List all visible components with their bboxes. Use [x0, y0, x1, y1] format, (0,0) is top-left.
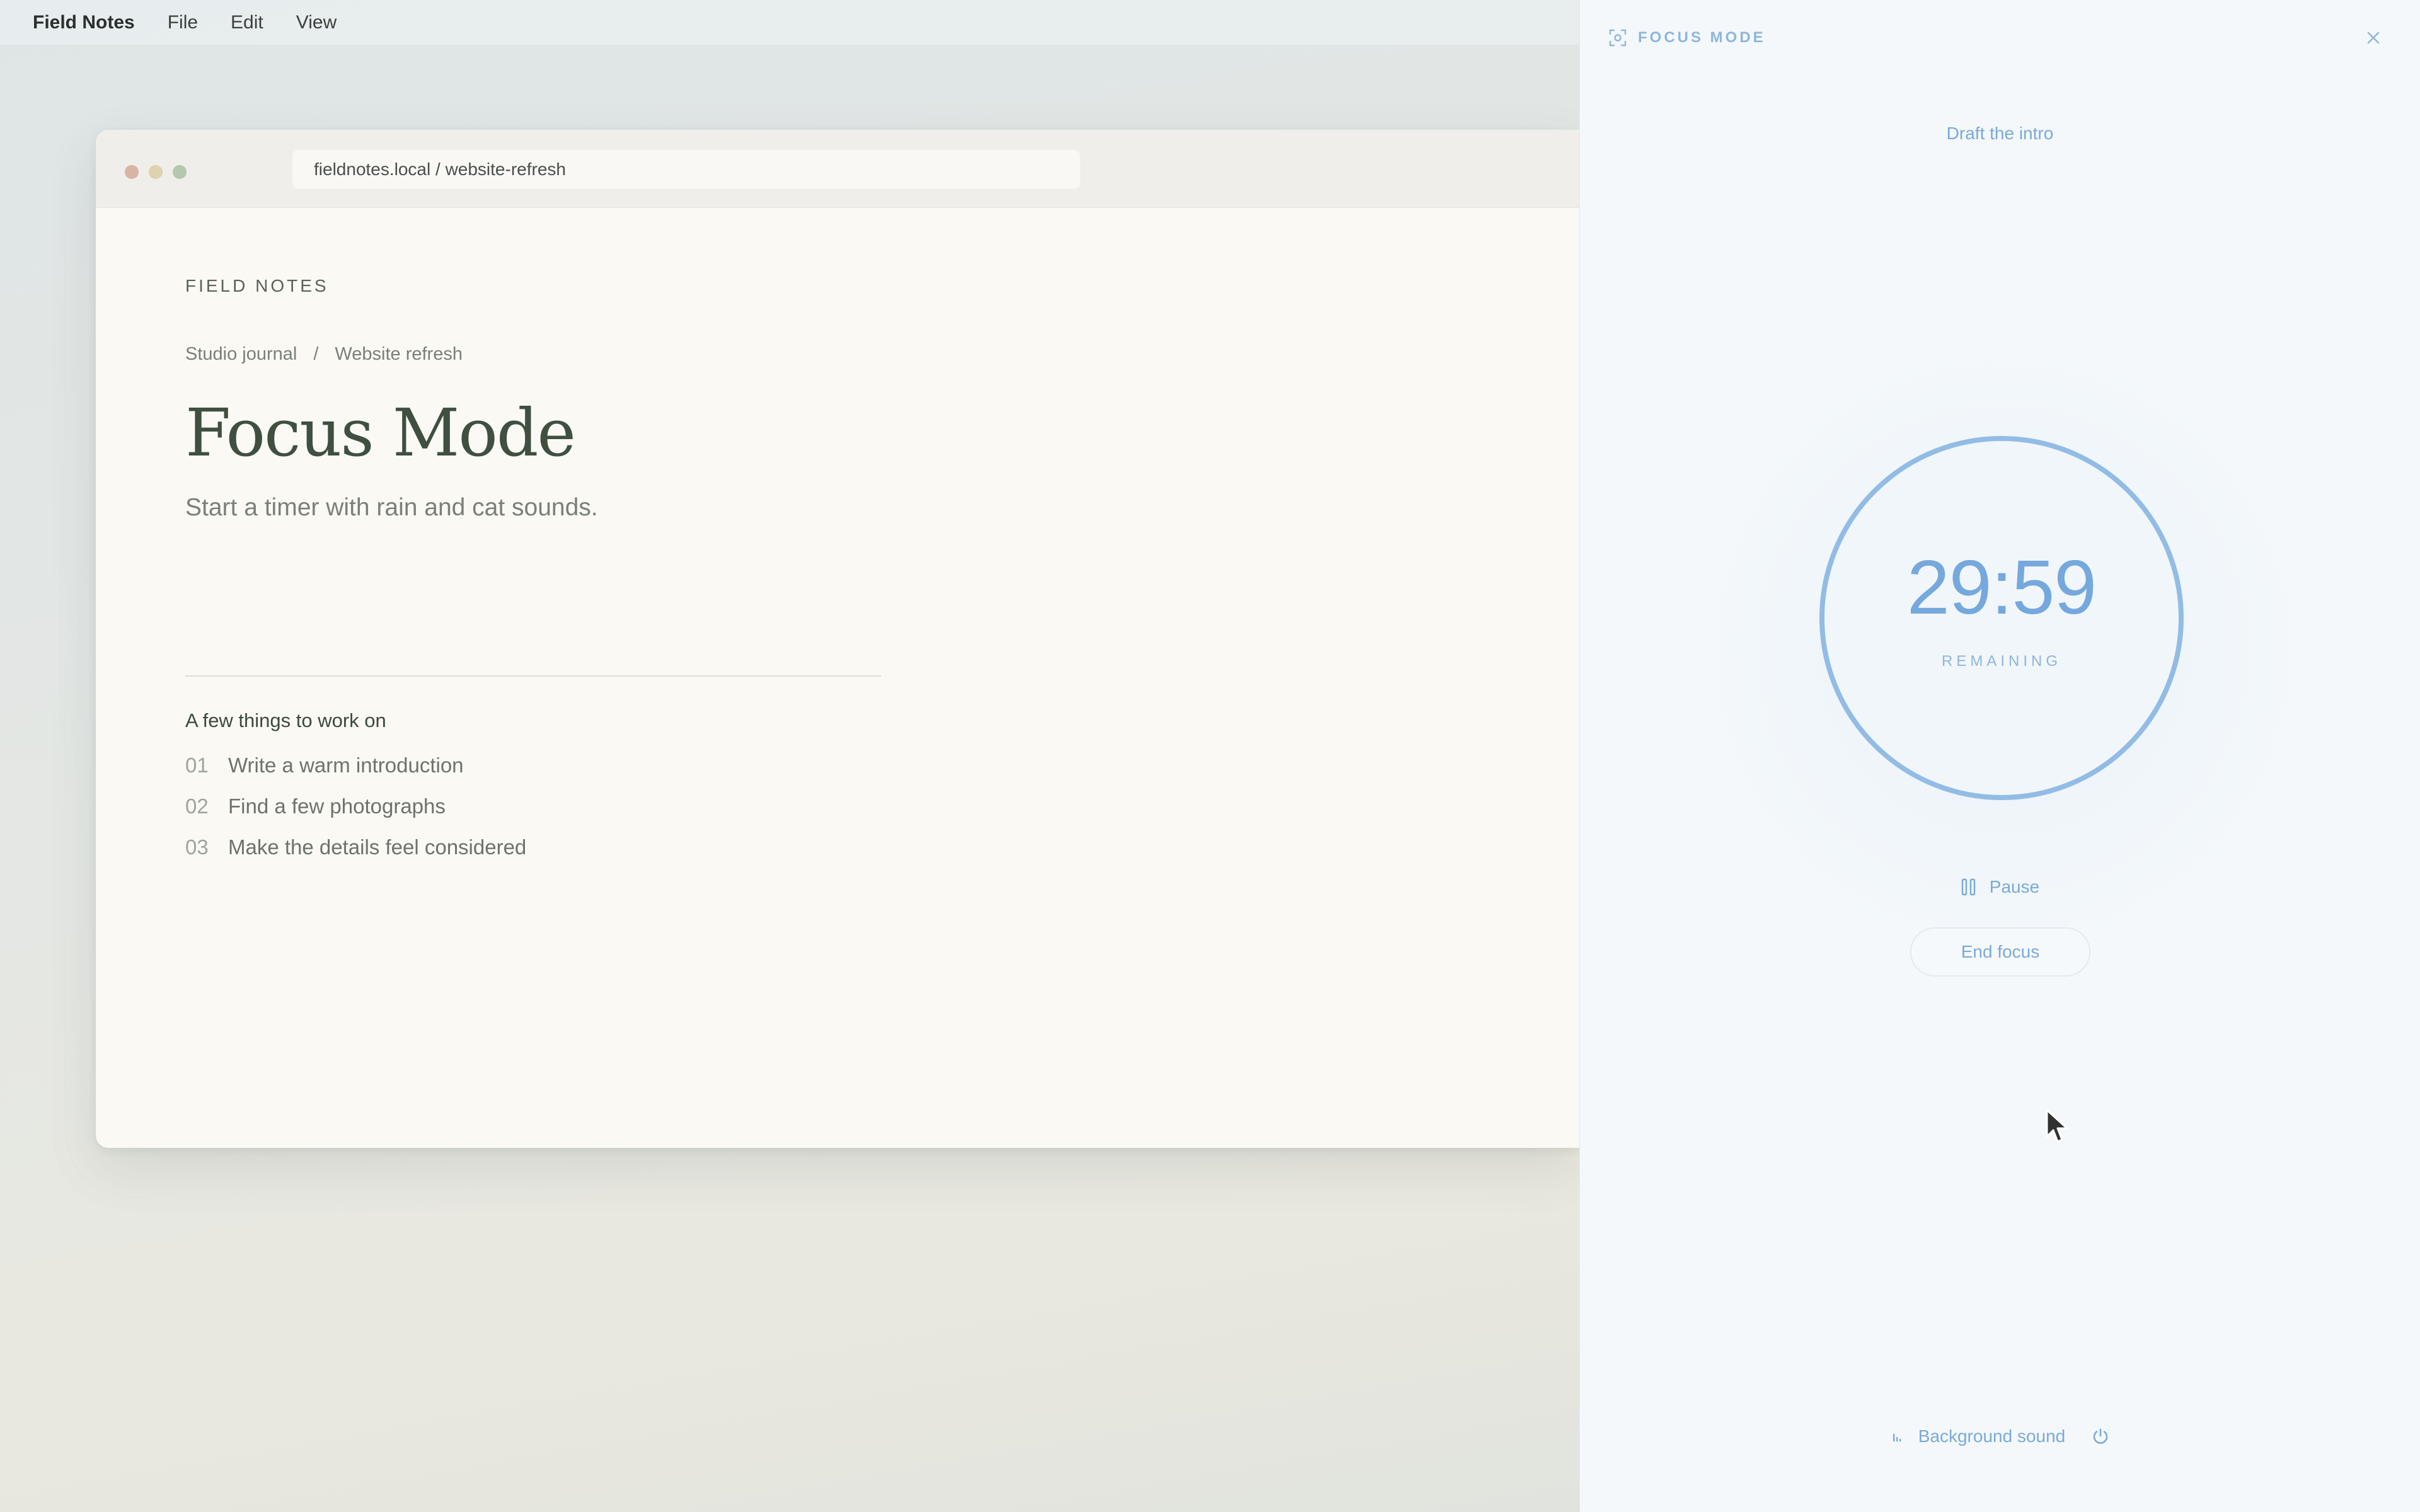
task-text: Write a warm introduction [228, 753, 464, 777]
focus-panel-header: FOCUS MODE [1608, 28, 1766, 48]
task-number: 03 [185, 835, 209, 859]
task-list-heading: A few things to work on [185, 709, 386, 731]
task-list: 01 Write a warm introduction 02 Find a f… [185, 753, 526, 876]
breadcrumb-item-website-refresh[interactable]: Website refresh [335, 344, 463, 365]
pause-icon [1961, 878, 1975, 896]
mouse-cursor-icon [2046, 1109, 2068, 1143]
focus-task-name: Draft the intro [1946, 123, 2054, 143]
power-icon[interactable] [2090, 1426, 2111, 1446]
browser-window: fieldnotes.local / website-refresh FIELD… [96, 130, 1579, 1148]
address-bar-text: fieldnotes.local / website-refresh [314, 159, 566, 179]
menu-edit[interactable]: Edit [231, 12, 263, 33]
page-subtitle: Start a timer with rain and cat sounds. [185, 494, 598, 521]
task-number: 02 [185, 794, 209, 818]
background-sound-control: Background sound [1580, 1426, 2420, 1446]
timer-ring: 29:59 REMAINING [1819, 436, 2184, 800]
close-icon[interactable] [2363, 28, 2383, 48]
pause-button[interactable]: Pause [1580, 877, 2420, 897]
divider [185, 675, 881, 677]
maximize-window-button[interactable] [173, 165, 187, 179]
menu-view[interactable]: View [296, 12, 337, 33]
site-brand[interactable]: FIELD NOTES [185, 276, 329, 296]
focus-icon [1609, 29, 1627, 47]
breadcrumb: Studio journal / Website refresh [185, 344, 463, 365]
sound-bars-icon [1893, 1434, 1901, 1441]
task-item: 03 Make the details feel considered [185, 835, 526, 876]
end-focus-button[interactable]: End focus [1910, 927, 2090, 976]
address-bar[interactable]: fieldnotes.local / website-refresh [292, 150, 1080, 189]
focus-panel-title: FOCUS MODE [1638, 29, 1766, 46]
breadcrumb-item-studio-journal[interactable]: Studio journal [185, 344, 297, 365]
focus-panel: FOCUS MODE Draft the intro 29:59 REMAINI… [1579, 0, 2420, 1512]
minimize-window-button[interactable] [149, 165, 163, 179]
task-text: Find a few photographs [228, 794, 446, 818]
task-text: Make the details feel considered [228, 835, 527, 859]
window-controls [125, 165, 187, 179]
background-sound-label[interactable]: Background sound [1918, 1426, 2066, 1446]
task-item: 02 Find a few photographs [185, 794, 526, 835]
menu-file[interactable]: File [168, 12, 198, 33]
end-focus-label: End focus [1961, 942, 2040, 961]
pause-label: Pause [1989, 877, 2040, 896]
menu-bar: Field Notes File Edit View [0, 0, 1579, 45]
task-item: 01 Write a warm introduction [185, 753, 526, 794]
app-name[interactable]: Field Notes [33, 12, 135, 33]
timer-time: 29:59 [1906, 544, 2097, 630]
page-title: Focus Mode [185, 394, 576, 471]
window-titlebar: fieldnotes.local / website-refresh [96, 130, 1579, 208]
task-number: 01 [185, 753, 209, 777]
breadcrumb-separator: / [313, 344, 319, 364]
timer-remaining-label: REMAINING [1941, 653, 2061, 670]
close-window-button[interactable] [125, 165, 139, 179]
